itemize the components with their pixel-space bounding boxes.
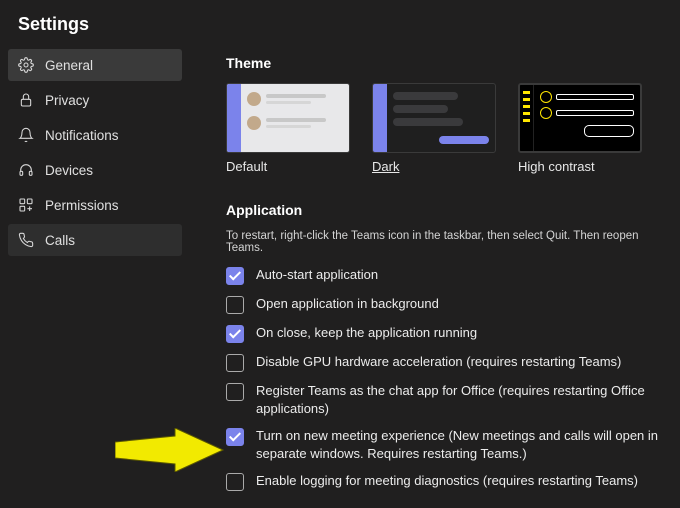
sidebar-item-label: Privacy [45,93,89,108]
sidebar-item-label: Notifications [45,128,119,143]
checkbox-on-close[interactable]: On close, keep the application running [226,324,662,343]
checkbox-icon [226,296,244,314]
theme-label: Default [226,153,350,174]
sidebar-item-general[interactable]: General [8,49,182,81]
sidebar-item-label: General [45,58,93,73]
checkbox-icon [226,325,244,343]
sidebar-item-label: Calls [45,233,75,248]
checkbox-icon [226,428,244,446]
theme-thumbnail-default [226,83,350,153]
checkbox-label: Turn on new meeting experience (New meet… [256,427,662,462]
checkbox-disable-gpu[interactable]: Disable GPU hardware acceleration (requi… [226,353,662,372]
gear-icon [18,57,34,73]
checkbox-icon [226,267,244,285]
application-heading: Application [226,202,662,218]
sidebar: General Privacy Notifications Devices Pe [0,49,190,501]
sidebar-item-label: Devices [45,163,93,178]
theme-thumbnail-dark [372,83,496,153]
main-panel: Theme Default [190,49,680,501]
checkbox-label: Disable GPU hardware acceleration (requi… [256,353,621,371]
theme-heading: Theme [226,55,662,71]
theme-option-high-contrast[interactable]: High contrast [518,83,642,174]
checkbox-enable-logging[interactable]: Enable logging for meeting diagnostics (… [226,472,662,491]
sidebar-item-privacy[interactable]: Privacy [8,84,182,116]
checkbox-autostart[interactable]: Auto-start application [226,266,662,285]
checkbox-label: On close, keep the application running [256,324,477,342]
page-title: Settings [0,0,680,49]
apps-icon [18,197,34,213]
theme-label: Dark [372,153,496,174]
phone-icon [18,232,34,248]
bell-icon [18,127,34,143]
theme-option-default[interactable]: Default [226,83,350,174]
sidebar-item-label: Permissions [45,198,119,213]
checkbox-label: Enable logging for meeting diagnostics (… [256,472,638,490]
checkbox-icon [226,473,244,491]
checkbox-label: Register Teams as the chat app for Offic… [256,382,662,417]
theme-label: High contrast [518,153,642,174]
checkbox-open-background[interactable]: Open application in background [226,295,662,314]
checkbox-label: Auto-start application [256,266,378,284]
sidebar-item-calls[interactable]: Calls [8,224,182,256]
sidebar-item-notifications[interactable]: Notifications [8,119,182,151]
lock-icon [18,92,34,108]
checkbox-icon [226,383,244,401]
checkbox-label: Open application in background [256,295,439,313]
application-note: To restart, right-click the Teams icon i… [226,230,662,254]
checkbox-register-office[interactable]: Register Teams as the chat app for Offic… [226,382,662,417]
headset-icon [18,162,34,178]
settings-layout: General Privacy Notifications Devices Pe [0,49,680,501]
theme-thumbnail-high-contrast [518,83,642,153]
theme-option-dark[interactable]: Dark [372,83,496,174]
sidebar-item-devices[interactable]: Devices [8,154,182,186]
checkbox-icon [226,354,244,372]
theme-options: Default Dark [226,83,662,174]
sidebar-item-permissions[interactable]: Permissions [8,189,182,221]
checkbox-new-meeting-experience[interactable]: Turn on new meeting experience (New meet… [226,427,662,462]
